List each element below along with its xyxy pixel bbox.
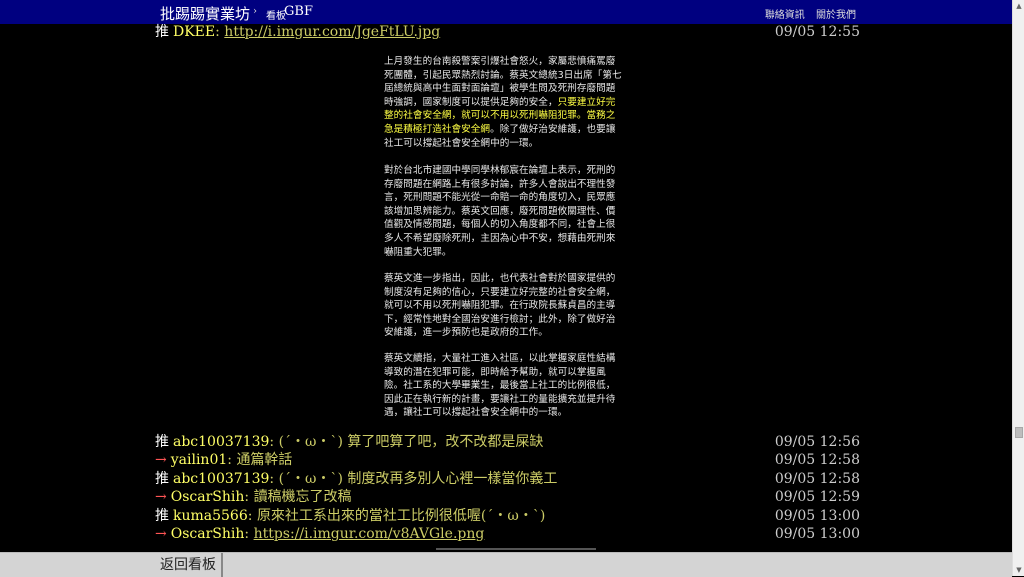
push-row: → yailin01: 通篇幹話 09/05 12:58 <box>155 451 860 469</box>
push-tag: 推 <box>155 508 169 524</box>
about-link[interactable]: 關於我們 <box>816 10 856 21</box>
push-tag: 推 <box>155 24 169 40</box>
push-row: 推 kuma5566: 原來社工系出來的當社工比例很低喔(ˊ・ω・ˋ) 09/05… <box>155 507 860 525</box>
push-user: kuma5566 <box>173 508 248 524</box>
push-user: OscarShih <box>170 526 245 542</box>
breadcrumb-separator: › <box>253 6 257 17</box>
scroll-down-arrow-icon[interactable]: ▼ <box>1013 564 1024 576</box>
push-content: 原來社工系出來的當社工比例很低喔(ˊ・ω・ˋ) <box>256 508 546 524</box>
push-link[interactable]: http://i.imgur.com/JgeFtLU.jpg <box>224 24 440 40</box>
top-navigation-bar: 批踢踢實業坊 › 看板 GBF 聯絡資訊 關於我們 <box>0 0 1012 24</box>
push-tag: 推 <box>155 434 169 450</box>
push-row: 推 DKEE: http://i.imgur.com/JgeFtLU.jpg 09… <box>155 23 860 41</box>
push-time: 09/05 12:55 <box>774 24 860 40</box>
push-row: 推 abc10037139: (ˊ・ω・ˋ) 算了吧算了吧，改不改都是屎缺 09/… <box>155 433 860 451</box>
push-content: (ˊ・ω・ˋ) 算了吧算了吧，改不改都是屎缺 <box>278 434 544 450</box>
push-colon: : <box>269 471 279 487</box>
site-title-link[interactable]: 批踢踢實業坊 <box>160 3 250 24</box>
divider <box>436 548 596 550</box>
push-row: → OscarShih: 讀稿機忘了改稿 09/05 12:59 <box>155 488 860 506</box>
push-tag: 推 <box>155 471 169 487</box>
push-time: 09/05 12:58 <box>774 452 860 468</box>
back-to-board-button[interactable]: 返回看板 <box>155 553 223 577</box>
vertical-scrollbar[interactable]: ▲ ▼ <box>1012 0 1024 576</box>
push-user: yailin01 <box>170 452 228 468</box>
push-time: 09/05 13:00 <box>774 508 860 524</box>
push-content: (ˊ・ω・ˋ) 制度改再多別人心裡一樣當你義工 <box>278 471 558 487</box>
push-row: → OscarShih: https://i.imgur.com/v8AVGle.… <box>155 525 860 543</box>
breadcrumb-board-link[interactable]: GBF <box>284 4 313 19</box>
breadcrumb-board-prefix: 看板 <box>266 11 286 22</box>
article-paragraph: 對於台北市建國中學同學林郁宸在論壇上表示，死刑的存廢問題在網路上有很多討論，許多… <box>384 165 616 258</box>
push-tag: → <box>155 452 167 468</box>
contact-link[interactable]: 聯絡資訊 <box>765 10 805 21</box>
push-user: DKEE <box>173 24 216 40</box>
article-paragraph: 蔡英文續指，大量社工進入社區，以此掌握家庭性結構導致的潛在犯罪可能，即時給予幫助… <box>384 353 616 419</box>
push-content: 通篇幹話 <box>236 452 293 468</box>
top-links: 聯絡資訊 關於我們 <box>757 6 856 21</box>
push-user: abc10037139 <box>173 434 270 450</box>
push-colon: : <box>269 434 279 450</box>
push-colon: : <box>244 526 254 542</box>
push-user: abc10037139 <box>173 471 270 487</box>
push-colon: : <box>247 508 257 524</box>
article-image: 上月發生的台南殺警案引爆社會怒火，家屬悲憤痛罵廢死團體，引起民眾熱烈討論。蔡英文… <box>370 45 638 429</box>
bottom-bar: 返回看板 <box>0 552 1012 577</box>
push-content: 讀稿機忘了改稿 <box>253 489 352 505</box>
push-colon: : <box>215 24 225 40</box>
push-time: 09/05 12:59 <box>774 489 860 505</box>
article-paragraph: 上月發生的台南殺警案引爆社會怒火，家屬悲憤痛罵廢死團體，引起民眾熱烈討論。蔡英文… <box>384 55 624 150</box>
push-tag: → <box>155 489 167 505</box>
article-paragraph: 蔡英文進一步指出，因此，也代表社會對於國家提供的制度沒有足夠的信心，只要建立好完… <box>384 273 616 339</box>
scrollbar-thumb[interactable] <box>1015 427 1023 438</box>
push-time: 09/05 13:00 <box>774 526 860 542</box>
push-time: 09/05 12:58 <box>774 471 860 487</box>
push-time: 09/05 12:56 <box>774 434 860 450</box>
push-user: OscarShih <box>170 489 245 505</box>
push-link[interactable]: https://i.imgur.com/v8AVGle.png <box>254 526 485 542</box>
push-row: 推 abc10037139: (ˊ・ω・ˋ) 制度改再多別人心裡一樣當你義工 09… <box>155 470 860 488</box>
scroll-up-arrow-icon[interactable]: ▲ <box>1013 0 1024 12</box>
push-tag: → <box>155 526 167 542</box>
push-colon: : <box>244 489 254 505</box>
